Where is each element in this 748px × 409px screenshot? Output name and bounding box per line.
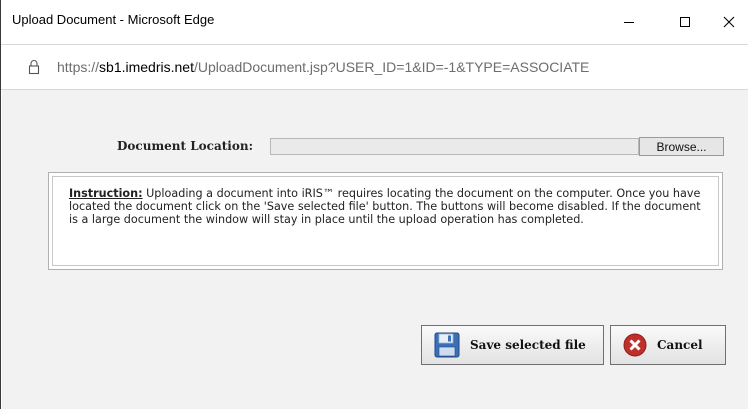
page-content: Document Location: Browse... Instruction…	[2, 90, 748, 409]
instruction-text: Uploading a document into iRIS™ requires…	[69, 187, 701, 226]
maximize-icon	[680, 17, 690, 27]
url-text[interactable]: https://sb1.imedris.net/UploadDocument.j…	[57, 59, 589, 75]
minimize-icon	[624, 22, 634, 23]
instruction-panel: Instruction: Uploading a document into i…	[48, 172, 723, 270]
url-scheme: https://	[57, 59, 100, 75]
title-bar: Upload Document - Microsoft Edge	[1, 0, 748, 44]
save-selected-file-button[interactable]: Save selected file	[421, 325, 604, 365]
cancel-button[interactable]: Cancel	[610, 325, 726, 365]
window-title: Upload Document - Microsoft Edge	[12, 12, 215, 27]
instruction-box: Instruction: Uploading a document into i…	[52, 176, 719, 266]
cancel-button-label: Cancel	[657, 338, 703, 352]
close-button[interactable]	[706, 0, 748, 44]
url-path: /UploadDocument.jsp?USER_ID=1&ID=-1&TYPE…	[193, 59, 590, 75]
address-bar[interactable]: https://sb1.imedris.net/UploadDocument.j…	[1, 44, 748, 90]
close-icon	[723, 16, 735, 28]
browse-button[interactable]: Browse...	[639, 137, 724, 156]
red-x-circle-icon	[623, 333, 647, 357]
instruction-heading: Instruction:	[69, 187, 143, 200]
maximize-button[interactable]	[662, 0, 708, 44]
document-location-label: Document Location:	[117, 139, 254, 153]
file-path-input[interactable]	[270, 138, 639, 155]
save-button-label: Save selected file	[470, 338, 586, 352]
browser-window: Upload Document - Microsoft Edge https:/…	[0, 0, 748, 409]
lock-icon	[28, 59, 40, 79]
minimize-button[interactable]	[606, 0, 652, 44]
floppy-disk-icon	[434, 332, 460, 358]
url-host: sb1.imedris.net	[99, 59, 194, 75]
